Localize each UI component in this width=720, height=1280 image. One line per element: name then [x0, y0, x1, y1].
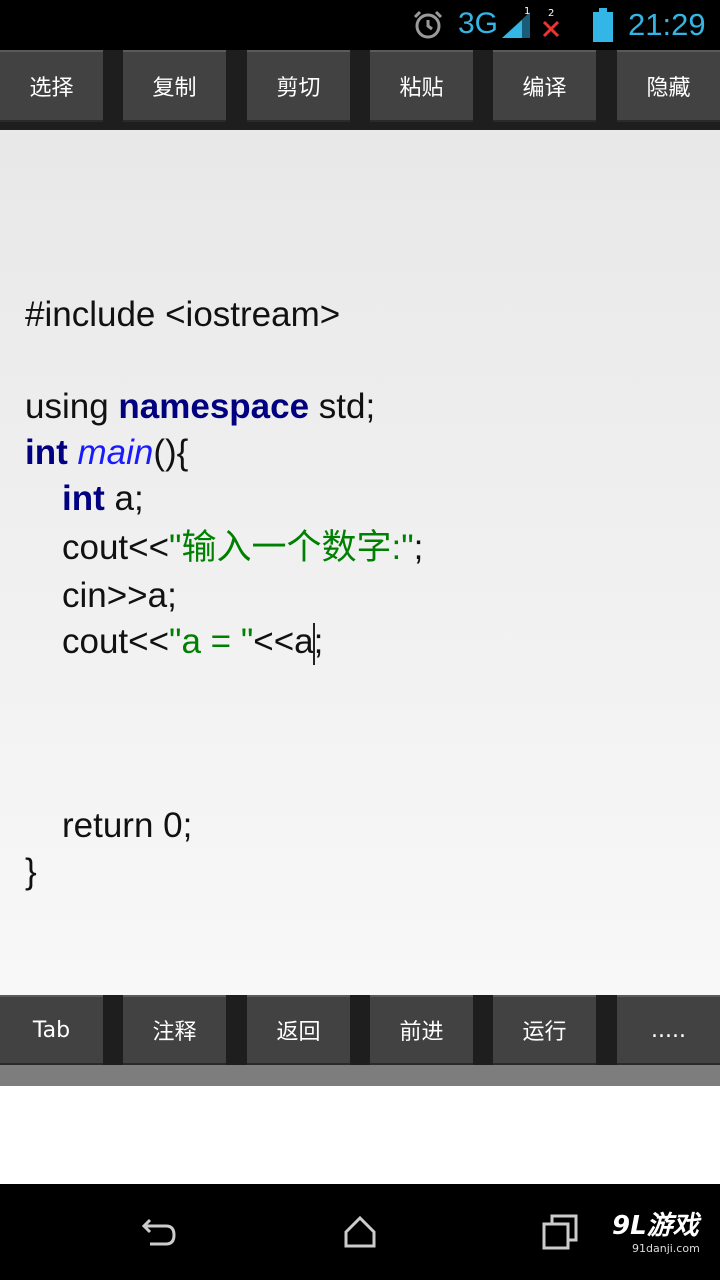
no-signal-icon: 2	[542, 8, 560, 38]
code-editor[interactable]: #include <iostream> using namespace std;…	[0, 130, 720, 995]
sim1-label: 1	[524, 6, 530, 17]
run-button[interactable]: 运行	[493, 995, 596, 1065]
home-icon[interactable]	[340, 1212, 380, 1252]
cut-button[interactable]: 剪切	[247, 50, 350, 122]
code-line-cout-prompt: cout<<"输入一个数字:";	[62, 528, 424, 567]
watermark-sub: 91danji.com	[632, 1242, 700, 1255]
code-line-close-brace: }	[25, 852, 37, 891]
tab-button[interactable]: Tab	[0, 995, 103, 1065]
more-button[interactable]: .....	[617, 995, 720, 1065]
clock: 21:29	[628, 7, 706, 42]
recent-apps-icon[interactable]	[540, 1212, 580, 1252]
code-line-cout-result: cout<<"a = "<<a;	[25, 619, 323, 665]
battery-icon	[593, 8, 613, 42]
redo-button[interactable]: 前进	[370, 995, 473, 1065]
hide-button[interactable]: 隐藏	[617, 50, 720, 122]
output-area	[0, 1086, 720, 1184]
code-line-cin: cin>>a;	[62, 576, 177, 615]
signal-icon: 1	[502, 6, 530, 38]
sim2-label: 2	[548, 8, 554, 19]
compile-button[interactable]: 编译	[493, 50, 596, 122]
code-line-return: return 0;	[62, 806, 193, 845]
copy-button[interactable]: 复制	[123, 50, 226, 122]
code-line-using: using namespace std;	[25, 387, 376, 426]
top-toolbar: 选择 复制 剪切 粘贴 编译 隐藏	[0, 50, 720, 130]
paste-button[interactable]: 粘贴	[370, 50, 473, 122]
network-type: 3G	[458, 7, 499, 40]
code-line-include: #include <iostream>	[25, 295, 341, 334]
status-bar: 3G 1 2 21:29	[0, 0, 720, 50]
watermark-main: 9L游戏	[612, 1211, 699, 1241]
code-line-main: int main(){	[25, 433, 189, 472]
bottom-toolbar: Tab 注释 返回 前进 运行 .....	[0, 995, 720, 1065]
select-button[interactable]: 选择	[0, 50, 103, 122]
divider-strip	[0, 1065, 720, 1086]
back-icon[interactable]	[140, 1212, 180, 1252]
watermark-logo: 9L游戏 91danji.com	[612, 1210, 700, 1256]
undo-button[interactable]: 返回	[247, 995, 350, 1065]
comment-button[interactable]: 注释	[123, 995, 226, 1065]
code-line-decl: int a;	[62, 479, 144, 518]
alarm-icon	[413, 10, 443, 39]
